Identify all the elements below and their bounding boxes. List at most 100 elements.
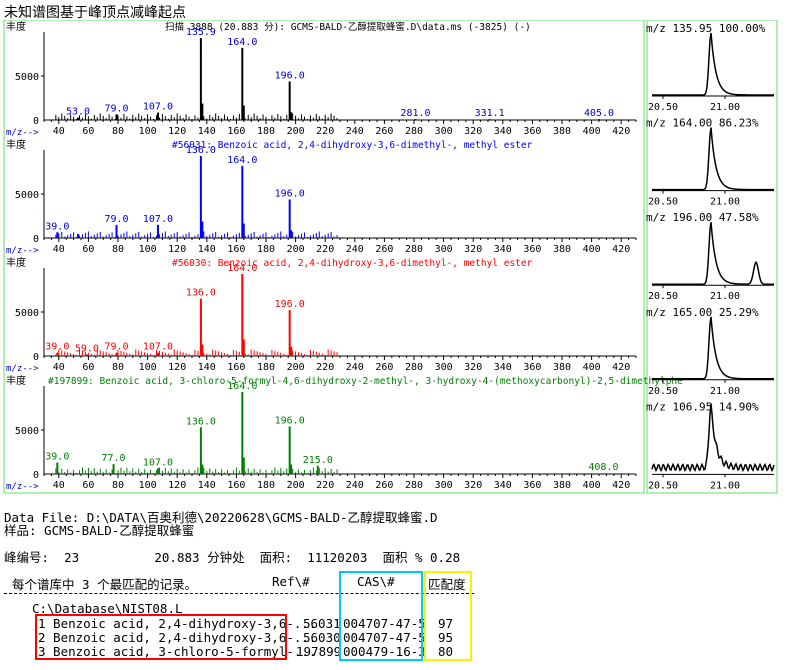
chrom-label: m/z 165.00 25.29% xyxy=(646,306,759,319)
x-tick-label: 320 xyxy=(464,244,482,255)
x-tick-label: 420 xyxy=(612,126,630,137)
peak-label: 135.9 xyxy=(186,27,216,38)
sample-line: 样品: GCMS-BALD-乙醇提取蜂蜜 xyxy=(4,523,195,538)
x-tick-label: 240 xyxy=(346,126,364,137)
peak-label: 196.0 xyxy=(275,188,305,199)
chrom-tick-label: 21.00 xyxy=(710,386,740,397)
x-tick-label: 260 xyxy=(375,362,393,373)
table-row-ref: 56031 xyxy=(303,616,341,631)
x-tick-label: 100 xyxy=(139,480,157,491)
x-tick-label: 140 xyxy=(198,244,216,255)
peak-label: 79.0 xyxy=(104,342,128,353)
x-tick-label: 260 xyxy=(375,244,393,255)
x-tick-label: 340 xyxy=(494,244,512,255)
x-tick-label: 280 xyxy=(405,480,423,491)
x-tick-label: 420 xyxy=(612,244,630,255)
table-caption: 每个谱库中 3 个最匹配的记录。 xyxy=(12,577,198,592)
x-tick-label: 200 xyxy=(287,126,305,137)
x-tick-label: 200 xyxy=(287,480,305,491)
peak-label: 164.0 xyxy=(227,381,257,392)
peak-label: 196.0 xyxy=(275,70,305,81)
chrom-tick-label: 21.00 xyxy=(710,197,740,208)
x-tick-label: 280 xyxy=(405,244,423,255)
y-tick-label: 5000 xyxy=(15,190,39,201)
x-tick-label: 40 xyxy=(53,126,65,137)
peak-label: 136.0 xyxy=(186,145,216,156)
y-tick-label: 5000 xyxy=(15,426,39,437)
name-highlight-box xyxy=(35,614,287,660)
x-tick-label: 300 xyxy=(435,244,453,255)
x-tick-label: 60 xyxy=(82,480,94,491)
x-tick-label: 360 xyxy=(523,244,541,255)
chrom-tick-label: 20.50 xyxy=(648,386,678,397)
x-axis-label: m/z--> xyxy=(6,364,39,374)
chrom-label: m/z 196.00 47.58% xyxy=(646,211,759,224)
x-tick-label: 320 xyxy=(464,480,482,491)
x-tick-label: 180 xyxy=(257,362,275,373)
x-tick-label: 200 xyxy=(287,362,305,373)
x-tick-label: 160 xyxy=(227,480,245,491)
x-tick-label: 120 xyxy=(168,480,186,491)
x-tick-label: 120 xyxy=(168,362,186,373)
peak-label: 39.0 xyxy=(45,221,69,232)
x-tick-label: 200 xyxy=(287,244,305,255)
x-tick-label: 340 xyxy=(494,480,512,491)
x-tick-label: 260 xyxy=(375,480,393,491)
x-tick-label: 240 xyxy=(346,244,364,255)
chrom-trace xyxy=(652,316,774,380)
x-tick-label: 140 xyxy=(198,362,216,373)
ylabel-abundance: 丰度 xyxy=(6,256,26,269)
x-axis-label: m/z--> xyxy=(6,482,39,492)
x-tick-label: 220 xyxy=(316,244,334,255)
chrom-trace xyxy=(652,32,774,96)
peak-label: 39.0 xyxy=(45,452,69,463)
chrom-tick-label: 20.50 xyxy=(648,291,678,302)
chrom-label: m/z 106.95 14.90% xyxy=(646,400,759,413)
spectra-frame xyxy=(3,20,645,494)
x-tick-label: 100 xyxy=(139,362,157,373)
peak-label: 196.0 xyxy=(275,299,305,310)
chromatogram-group: m/z 135.95 100.00% 20.50 21.00 m/z 164.00 8… xyxy=(646,22,775,491)
cas-highlight-box xyxy=(339,571,423,661)
x-tick-label: 400 xyxy=(583,362,601,373)
x-tick-label: 280 xyxy=(405,362,423,373)
ylabel-abundance: 丰度 xyxy=(6,138,26,151)
x-tick-label: 280 xyxy=(405,126,423,137)
x-tick-label: 40 xyxy=(53,362,65,373)
chrom-tick-label: 21.00 xyxy=(710,102,740,113)
spectrum-header: #56030: Benzoic acid, 2,4-dihydroxy-3,6-… xyxy=(172,258,533,269)
y-tick-label: 0 xyxy=(33,234,39,245)
x-tick-label: 340 xyxy=(494,362,512,373)
peak-label: 164.0 xyxy=(227,37,257,48)
y-tick-label: 5000 xyxy=(15,72,39,83)
x-tick-label: 80 xyxy=(112,362,124,373)
chrom-trace xyxy=(652,222,774,285)
x-tick-label: 160 xyxy=(227,126,245,137)
x-axis-label: m/z--> xyxy=(6,128,39,138)
x-tick-label: 400 xyxy=(583,126,601,137)
y-tick-label: 0 xyxy=(33,116,39,127)
x-tick-label: 160 xyxy=(227,244,245,255)
peak-label: 164.0 xyxy=(227,155,257,166)
peak-line: 峰编号: 23 20.883 分钟处 面积: 11120203 面积 % 0.2… xyxy=(4,550,461,565)
peak-label: 405.0 xyxy=(584,108,614,119)
match-highlight-box xyxy=(424,571,472,661)
chrom-tick-label: 20.50 xyxy=(648,480,678,491)
x-tick-label: 60 xyxy=(82,362,94,373)
x-tick-label: 220 xyxy=(316,362,334,373)
spectra-group: 丰度 扫描 3888 (20.883 分): GCMS-BALD-乙醇提取蜂蜜.D… xyxy=(6,20,683,492)
x-tick-label: 320 xyxy=(464,126,482,137)
window-title: 未知谱图基于峰顶点减峰起点 xyxy=(4,5,186,21)
x-tick-label: 60 xyxy=(82,244,94,255)
x-tick-label: 360 xyxy=(523,126,541,137)
peak-label: 136.0 xyxy=(186,416,216,427)
x-tick-label: 180 xyxy=(257,126,275,137)
peak-label: 79.0 xyxy=(104,214,128,225)
peak-label: 107.0 xyxy=(143,457,173,468)
x-tick-label: 120 xyxy=(168,244,186,255)
ylabel-abundance: 丰度 xyxy=(6,374,26,387)
x-tick-label: 120 xyxy=(168,126,186,137)
x-axis-label: m/z--> xyxy=(6,246,39,256)
table-row-ref: 197899 xyxy=(296,644,342,659)
x-tick-label: 420 xyxy=(612,362,630,373)
